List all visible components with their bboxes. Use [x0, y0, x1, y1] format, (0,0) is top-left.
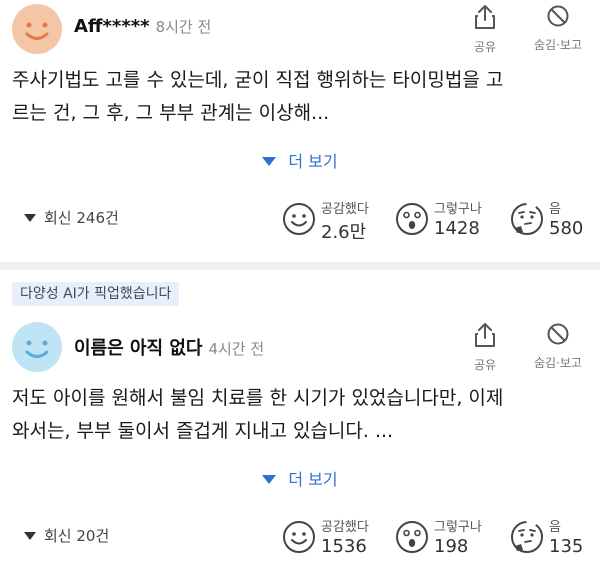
- ai-pickup-badge: 다양성 AI가 픽업했습니다: [12, 282, 180, 306]
- reaction-count: 580: [549, 218, 584, 239]
- share-icon: [475, 323, 495, 347]
- reaction-label: 공감했다: [321, 202, 369, 217]
- user-avatar[interactable]: [12, 322, 62, 372]
- block-icon: [547, 323, 569, 345]
- replies-count: 회신 246건: [44, 209, 119, 227]
- hide-report-button[interactable]: 숨김·보고: [528, 322, 588, 371]
- surprised-face-icon: [396, 203, 428, 235]
- reaction-label: 음: [549, 202, 561, 217]
- reaction-count: 1536: [321, 536, 367, 557]
- share-label: 공유: [473, 358, 497, 372]
- surprised-face-icon: [396, 521, 428, 553]
- share-label: 공유: [473, 40, 497, 54]
- replies-toggle[interactable]: 회신 20건: [24, 525, 109, 546]
- username[interactable]: Aff*****: [74, 16, 150, 37]
- hide-report-button[interactable]: 숨김·보고: [528, 4, 588, 53]
- comment-text: 주사기법도 고를 수 있는데, 굳이 직접 행위하는 타이밍법을 고 르는 건,…: [12, 64, 582, 130]
- reaction-count: 2.6만: [321, 222, 367, 243]
- timestamp: 4시간 전: [208, 340, 265, 358]
- comment-text-line: 저도 아이를 원해서 불임 치료를 한 시기가 있었습니다만, 이제: [12, 387, 504, 409]
- smile-face-icon: [283, 521, 315, 553]
- comment-text: 저도 아이를 원해서 불임 치료를 한 시기가 있었습니다만, 이제 와서는, …: [12, 382, 582, 448]
- thinking-face-icon: [511, 203, 543, 235]
- reaction-label: 그렇구나: [434, 520, 482, 535]
- reaction-count: 135: [549, 536, 584, 557]
- share-icon: [475, 5, 495, 29]
- share-button[interactable]: 공유: [455, 4, 515, 55]
- smiley-avatar-icon: [25, 340, 49, 358]
- show-more-link[interactable]: 더 보기: [0, 148, 600, 172]
- comment-text-line: 르는 건, 그 후, 그 부부 관계는 이상해...: [12, 102, 330, 124]
- reaction-label: 그렇구나: [434, 202, 482, 217]
- user-avatar[interactable]: [12, 4, 62, 54]
- replies-count: 회신 20건: [44, 527, 110, 545]
- comment-card: Aff***** 8시간 전 공유 숨김·보고 주사기법도 고를 수 있는데, 굳…: [0, 0, 600, 262]
- reaction-count: 1428: [434, 218, 480, 239]
- comment-card: 다양성 AI가 픽업했습니다 이름은 아직 없다 4시간 전 공유 숨김·보고 저…: [0, 270, 600, 577]
- smiley-avatar-icon: [25, 22, 49, 40]
- reaction-label: 음: [549, 520, 561, 535]
- share-button[interactable]: 공유: [455, 322, 515, 373]
- caret-down-icon: [262, 157, 277, 166]
- comment-text-line: 주사기법도 고를 수 있는데, 굳이 직접 행위하는 타이밍법을 고: [12, 69, 504, 91]
- show-more-label: 더 보기: [288, 152, 338, 171]
- block-icon: [547, 5, 569, 27]
- reaction-count: 198: [434, 536, 469, 557]
- comment-divider: [0, 262, 600, 270]
- hide-report-label: 숨김·보고: [534, 38, 582, 52]
- thinking-face-icon: [511, 521, 543, 553]
- hide-report-label: 숨김·보고: [534, 356, 582, 370]
- show-more-label: 더 보기: [288, 470, 338, 489]
- timestamp: 8시간 전: [155, 18, 212, 36]
- caret-down-icon: [24, 531, 36, 540]
- show-more-link[interactable]: 더 보기: [0, 466, 600, 490]
- smile-face-icon: [283, 203, 315, 235]
- comment-text-line: 와서는, 부부 둘이서 즐겁게 지내고 있습니다. ...: [12, 420, 394, 442]
- replies-toggle[interactable]: 회신 246건: [24, 207, 119, 228]
- username[interactable]: 이름은 아직 없다: [74, 338, 202, 359]
- comment-header: 이름은 아직 없다 4시간 전: [74, 334, 264, 360]
- comment-header: Aff***** 8시간 전: [74, 16, 211, 37]
- reaction-label: 공감했다: [321, 520, 369, 535]
- caret-down-icon: [24, 213, 36, 222]
- caret-down-icon: [262, 475, 277, 484]
